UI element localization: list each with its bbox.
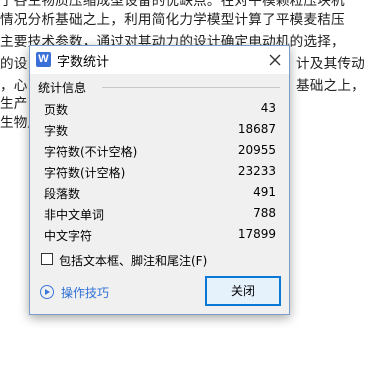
- stat-label: 段落数: [44, 187, 81, 201]
- tips-link[interactable]: 操作技巧: [61, 284, 109, 301]
- stat-label: 中文字符: [44, 229, 93, 243]
- dialog-titlebar[interactable]: W 字数统计: [30, 46, 289, 74]
- stat-row-chars-no-spaces: 字符数(不计空格) 20955: [44, 143, 276, 163]
- stat-label: 字数: [44, 124, 69, 138]
- dialog-title: 字数统计: [57, 55, 110, 70]
- document-text-line: 的设: [0, 56, 28, 72]
- stat-label: 页数: [44, 103, 69, 117]
- stat-value: 17899: [237, 227, 276, 241]
- stat-label: 字符数(不计空格): [44, 145, 138, 159]
- stat-value: 788: [253, 206, 276, 220]
- document-text-line: 基础之上，: [296, 78, 365, 94]
- close-icon[interactable]: [264, 49, 286, 71]
- document-text-line: 情况分析基础之上，利用简化力学模型计算了平模麦秸压: [0, 12, 345, 28]
- close-icon-glyph: [269, 54, 281, 66]
- include-textboxes-checkbox[interactable]: [41, 253, 53, 265]
- stat-row-pages: 页数 43: [44, 101, 276, 121]
- stats-group-label: 统计信息: [36, 79, 89, 96]
- group-divider: [102, 87, 280, 88]
- stat-label: 字符数(计空格): [44, 166, 126, 180]
- stat-value: 43: [260, 101, 276, 115]
- stat-value: 491: [253, 185, 276, 199]
- include-textboxes-option[interactable]: 包括文本框、脚注和尾注(F): [38, 251, 278, 269]
- stat-row-non-chinese-words: 非中文单词 788: [44, 206, 276, 226]
- stat-row-chinese-chars: 中文字符 17899: [44, 227, 276, 247]
- wps-writer-icon: W: [36, 52, 51, 67]
- stat-label: 非中文单词: [44, 208, 105, 222]
- word-count-dialog: W 字数统计 统计信息 页数 43 字数 18687 字符数(不计空格) 209…: [29, 45, 290, 315]
- close-button[interactable]: 关闭: [205, 276, 281, 306]
- play-circle-icon[interactable]: [40, 285, 54, 299]
- stat-value: 18687: [237, 122, 276, 136]
- stat-value: 23233: [237, 164, 276, 178]
- stat-row-words: 字数 18687: [44, 122, 276, 142]
- document-text-line: 计及其传动: [296, 56, 365, 72]
- document-text-line: 生物质: [0, 115, 30, 131]
- checkbox-label[interactable]: 包括文本框、脚注和尾注(F): [59, 252, 207, 269]
- stat-row-paragraphs: 段落数 491: [44, 185, 276, 205]
- stat-row-chars-with-spaces: 字符数(计空格) 23233: [44, 164, 276, 184]
- stat-value: 20955: [237, 143, 276, 157]
